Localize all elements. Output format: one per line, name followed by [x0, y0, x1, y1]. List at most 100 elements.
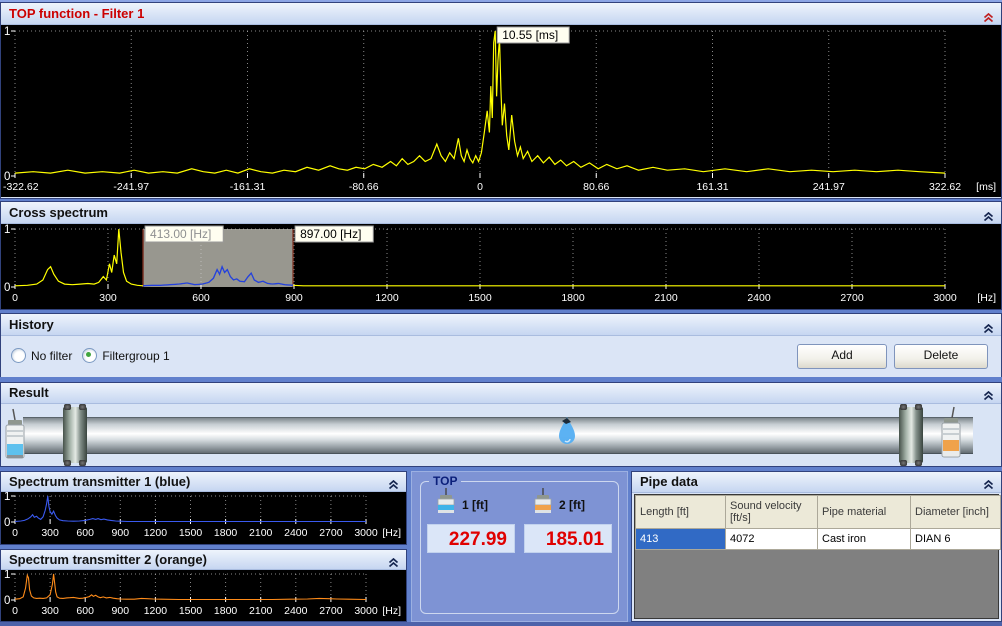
svg-text:3000: 3000: [354, 527, 378, 539]
top-values-panel: TOP 1 [ft] 2 [ft] 227.99 185.01: [411, 471, 628, 622]
top-function-header: TOP function - Filter 1: [1, 3, 1001, 25]
svg-text:1200: 1200: [144, 527, 168, 539]
column-header: Diameter [inch]: [911, 496, 1001, 529]
svg-text:3000: 3000: [354, 605, 378, 617]
column-header: Pipe material: [818, 496, 911, 529]
svg-text:2100: 2100: [249, 527, 273, 539]
pipe-flange-right: [899, 407, 923, 463]
collapse-icon[interactable]: [983, 319, 994, 330]
collapse-icon[interactable]: [983, 387, 994, 398]
sensor-1-small-icon: [434, 487, 458, 514]
cross-spectrum-panel: Cross spectrum 1003006009001200150018002…: [0, 201, 1002, 310]
svg-text:900: 900: [112, 605, 130, 617]
result-title: Result: [9, 385, 49, 400]
spectrum2-chart: 1003006009001200150018002100240027003000…: [1, 570, 406, 621]
leak-marker-icon: [554, 413, 580, 449]
svg-text:2700: 2700: [319, 605, 343, 617]
table-row[interactable]: 4134072Cast ironDIAN 6: [636, 529, 1001, 550]
svg-text:161.31: 161.31: [696, 181, 728, 193]
cross-spectrum-header: Cross spectrum: [1, 202, 1001, 224]
svg-text:0: 0: [4, 282, 10, 294]
spectrum2-panel: Spectrum transmitter 2 (orange) 10030060…: [0, 549, 407, 622]
svg-text:241.97: 241.97: [813, 181, 845, 193]
svg-text:897.00 [Hz]: 897.00 [Hz]: [300, 227, 361, 241]
collapse-icon[interactable]: [983, 476, 994, 487]
table-cell[interactable]: Cast iron: [818, 529, 911, 550]
pipe-graphic: [23, 417, 973, 454]
history-panel: History No filter Filtergroup 1 Add Delet…: [0, 313, 1002, 377]
svg-text:2400: 2400: [284, 527, 308, 539]
cross-spectrum-title: Cross spectrum: [9, 205, 108, 220]
svg-text:2100: 2100: [654, 292, 678, 304]
svg-text:3000: 3000: [933, 292, 957, 304]
sensor-1-row: 1 [ft]: [434, 487, 488, 514]
svg-text:10.55 [ms]: 10.55 [ms]: [502, 28, 558, 42]
result-panel: Result: [0, 382, 1002, 467]
sensor-2-row: 2 [ft]: [531, 487, 585, 514]
svg-text:300: 300: [41, 527, 59, 539]
spectrum1-title: Spectrum transmitter 1 (blue): [9, 474, 190, 489]
radio-no-filter[interactable]: No filter: [11, 348, 72, 363]
svg-text:2700: 2700: [319, 527, 343, 539]
spectrum2-title: Spectrum transmitter 2 (orange): [9, 552, 207, 567]
spectrum2-header: Spectrum transmitter 2 (orange): [1, 550, 406, 570]
top-distance-2-value: 185.01: [524, 524, 612, 553]
svg-text:[ms]: [ms]: [976, 181, 996, 193]
table-cell[interactable]: 413: [636, 529, 726, 550]
svg-text:1500: 1500: [179, 605, 203, 617]
svg-text:1: 1: [4, 26, 10, 38]
svg-text:900: 900: [112, 527, 130, 539]
correlation-chart: 10-322.62-241.97-161.31-80.66080.66161.3…: [1, 25, 1001, 197]
svg-text:2700: 2700: [840, 292, 864, 304]
result-header: Result: [1, 383, 1001, 404]
delete-button[interactable]: Delete: [894, 344, 988, 369]
svg-text:-241.97: -241.97: [113, 181, 149, 193]
svg-text:1800: 1800: [214, 527, 238, 539]
svg-text:0: 0: [4, 517, 10, 529]
cross-spectrum-chart[interactable]: 1003006009001200150018002100240027003000…: [1, 224, 1001, 309]
table-cell[interactable]: DIAN 6: [911, 529, 1001, 550]
top-group-title: TOP: [429, 474, 461, 488]
pipe-data-table: Length [ft]Sound velocity [ft/s]Pipe mat…: [635, 495, 1001, 550]
spectrum1-panel: Spectrum transmitter 1 (blue) 1003006009…: [0, 471, 407, 545]
history-body: No filter Filtergroup 1 Add Delete: [1, 336, 1001, 377]
history-header: History: [1, 314, 1001, 336]
svg-text:[Hz]: [Hz]: [977, 292, 996, 304]
sensor-2-label: 2 [ft]: [559, 498, 585, 512]
svg-text:322.62: 322.62: [929, 181, 961, 193]
column-header: Sound velocity [ft/s]: [726, 496, 818, 529]
svg-text:1500: 1500: [468, 292, 492, 304]
sensor-1-icon: [4, 408, 30, 464]
svg-text:600: 600: [76, 605, 94, 617]
pipe-data-panel: Pipe data Length [ft]Sound velocity [ft/…: [631, 471, 1002, 622]
svg-text:-80.66: -80.66: [349, 181, 379, 193]
table-cell[interactable]: 4072: [726, 529, 818, 550]
collapse-icon[interactable]: [983, 8, 994, 19]
collapse-icon[interactable]: [388, 554, 399, 565]
window-bottom-strip: [0, 622, 1002, 626]
svg-text:1: 1: [4, 570, 10, 581]
svg-text:600: 600: [76, 527, 94, 539]
svg-text:-322.62: -322.62: [3, 181, 39, 193]
spectrum1-header: Spectrum transmitter 1 (blue): [1, 472, 406, 492]
collapse-icon[interactable]: [388, 476, 399, 487]
svg-text:300: 300: [99, 292, 117, 304]
add-button[interactable]: Add: [797, 344, 887, 369]
svg-text:600: 600: [192, 292, 210, 304]
svg-text:-161.31: -161.31: [230, 181, 266, 193]
svg-text:900: 900: [285, 292, 303, 304]
sensor-2-small-icon: [531, 487, 555, 514]
pipe-data-grid-area: Length [ft]Sound velocity [ft/s]Pipe mat…: [634, 494, 999, 619]
svg-text:2400: 2400: [747, 292, 771, 304]
collapse-icon[interactable]: [983, 207, 994, 218]
svg-text:300: 300: [41, 605, 59, 617]
svg-text:1500: 1500: [179, 527, 203, 539]
svg-text:[Hz]: [Hz]: [382, 605, 401, 617]
top-distance-1-value: 227.99: [427, 524, 515, 553]
top-function-panel: TOP function - Filter 1 10-322.62-241.97…: [0, 2, 1002, 199]
radio-filtergroup-1[interactable]: Filtergroup 1: [82, 348, 169, 363]
svg-text:1200: 1200: [375, 292, 399, 304]
column-header: Length [ft]: [636, 496, 726, 529]
svg-text:2100: 2100: [249, 605, 273, 617]
sensor-1-label: 1 [ft]: [462, 498, 488, 512]
